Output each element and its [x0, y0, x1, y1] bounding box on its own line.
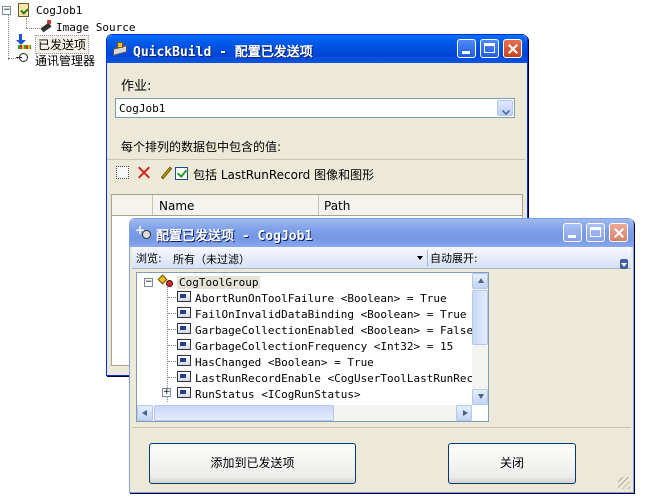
tree-item[interactable]: AbortRunOnToolFailure <Boolean> = True [195, 292, 447, 305]
property-icon [177, 307, 191, 318]
items-grid-header: Name Path [111, 194, 523, 216]
tree-item[interactable]: FailOnInvalidDataBinding <Boolean> = Tru… [195, 308, 467, 321]
scroll-down-button[interactable] [472, 389, 488, 405]
chevron-down-icon[interactable] [417, 256, 423, 260]
scroll-thumb[interactable] [472, 290, 488, 345]
tree-item-image-source[interactable]: Image Source [56, 21, 135, 34]
expand-icon[interactable]: + [162, 388, 171, 397]
job-select[interactable]: CogJob1 [115, 98, 515, 118]
job-icon [18, 3, 29, 17]
quickbuild-app-icon [113, 42, 129, 56]
add-button-label: 添加到已发送项 [210, 456, 295, 470]
configure-titlebar[interactable]: + 配置已发送项 - CogJob1 [130, 219, 633, 247]
tree-item-cogjob1[interactable]: CogJob1 [36, 4, 82, 17]
camera-icon [40, 19, 52, 33]
quickbuild-title: QuickBuild - 配置已发送项 [133, 45, 313, 60]
include-checkbox-label: 包括 LastRunRecord 图像和图形 [193, 166, 374, 183]
property-icon [177, 355, 191, 366]
minimize-button[interactable] [457, 39, 476, 58]
resize-grip-icon[interactable] [618, 477, 630, 489]
maximize-button[interactable] [586, 223, 605, 242]
include-checkbox[interactable] [175, 167, 188, 180]
vertical-scrollbar[interactable] [472, 273, 488, 405]
tree-item[interactable]: GarbageCollectionFrequency <Int32> = 15 [195, 340, 453, 353]
property-icon [177, 339, 191, 350]
minimize-button[interactable] [563, 223, 582, 242]
tree-item[interactable]: RunStatus <ICogRunStatus> [195, 388, 361, 401]
configure-window: + 配置已发送项 - CogJob1 浏览: 所有（未过滤） 自动展开: − C… [129, 218, 634, 493]
include-label-text: 包括 LastRunRecord 图像和图形 [193, 168, 375, 182]
tree-item[interactable]: GarbageCollectionEnabled <Boolean> = Fal… [195, 324, 473, 337]
chevron-down-icon[interactable] [497, 100, 513, 116]
browse-label: 浏览: [136, 252, 162, 265]
packet-label: 每个排列的数据包中包含的值: [121, 140, 282, 154]
auto-expand-label: 自动展开: [430, 252, 478, 265]
tree-item[interactable]: LastRunRecordEnable <CogUserToolLastRunR… [195, 372, 488, 385]
property-icon [177, 323, 191, 334]
add-to-sent-items-button[interactable]: 添加到已发送项 [149, 443, 356, 484]
maximize-button[interactable] [480, 39, 499, 58]
close-dialog-button[interactable]: 关闭 [448, 443, 576, 484]
scroll-up-button[interactable] [472, 273, 488, 289]
configure-app-icon: + [135, 224, 153, 241]
close-button[interactable] [609, 223, 628, 242]
comm-manager-icon [16, 52, 30, 64]
job-select-value: CogJob1 [119, 102, 166, 115]
column-path[interactable]: Path [324, 199, 350, 213]
tool-group-icon [157, 274, 175, 288]
tree-root-cogtoolgroup[interactable]: CogToolGroup [177, 276, 261, 289]
close-button-label: 关闭 [499, 456, 524, 470]
tree-item-comm-manager[interactable]: 通讯管理器 [35, 52, 95, 69]
new-item-icon[interactable] [116, 166, 129, 179]
close-button[interactable] [503, 39, 522, 58]
h-scroll-thumb[interactable] [154, 405, 334, 421]
browse-select-value: 所有（未过滤） [173, 253, 250, 266]
column-name[interactable]: Name [159, 199, 194, 213]
properties-tree[interactable]: − CogToolGroup AbortRunOnToolFailure <Bo… [136, 272, 489, 422]
job-label: 作业: [121, 79, 152, 94]
property-icon [177, 371, 191, 382]
quickbuild-titlebar[interactable]: QuickBuild - 配置已发送项 [107, 35, 527, 63]
horizontal-scrollbar[interactable] [137, 405, 472, 421]
browse-select[interactable]: 所有（未过滤） [168, 249, 426, 267]
property-icon [177, 387, 191, 398]
tree-item[interactable]: HasChanged <Boolean> = True [195, 356, 374, 369]
property-icon [177, 291, 191, 302]
delete-icon[interactable] [137, 165, 151, 179]
overflow-chevron-icon[interactable] [620, 259, 628, 269]
scroll-left-button[interactable] [137, 405, 153, 421]
scroll-right-button[interactable] [456, 405, 472, 421]
edit-pencil-icon[interactable] [160, 166, 174, 180]
collapse-icon[interactable]: − [144, 278, 153, 287]
configure-title: 配置已发送项 - CogJob1 [156, 229, 313, 244]
send-items-icon [16, 34, 32, 50]
collapse-icon[interactable]: − [2, 6, 11, 15]
